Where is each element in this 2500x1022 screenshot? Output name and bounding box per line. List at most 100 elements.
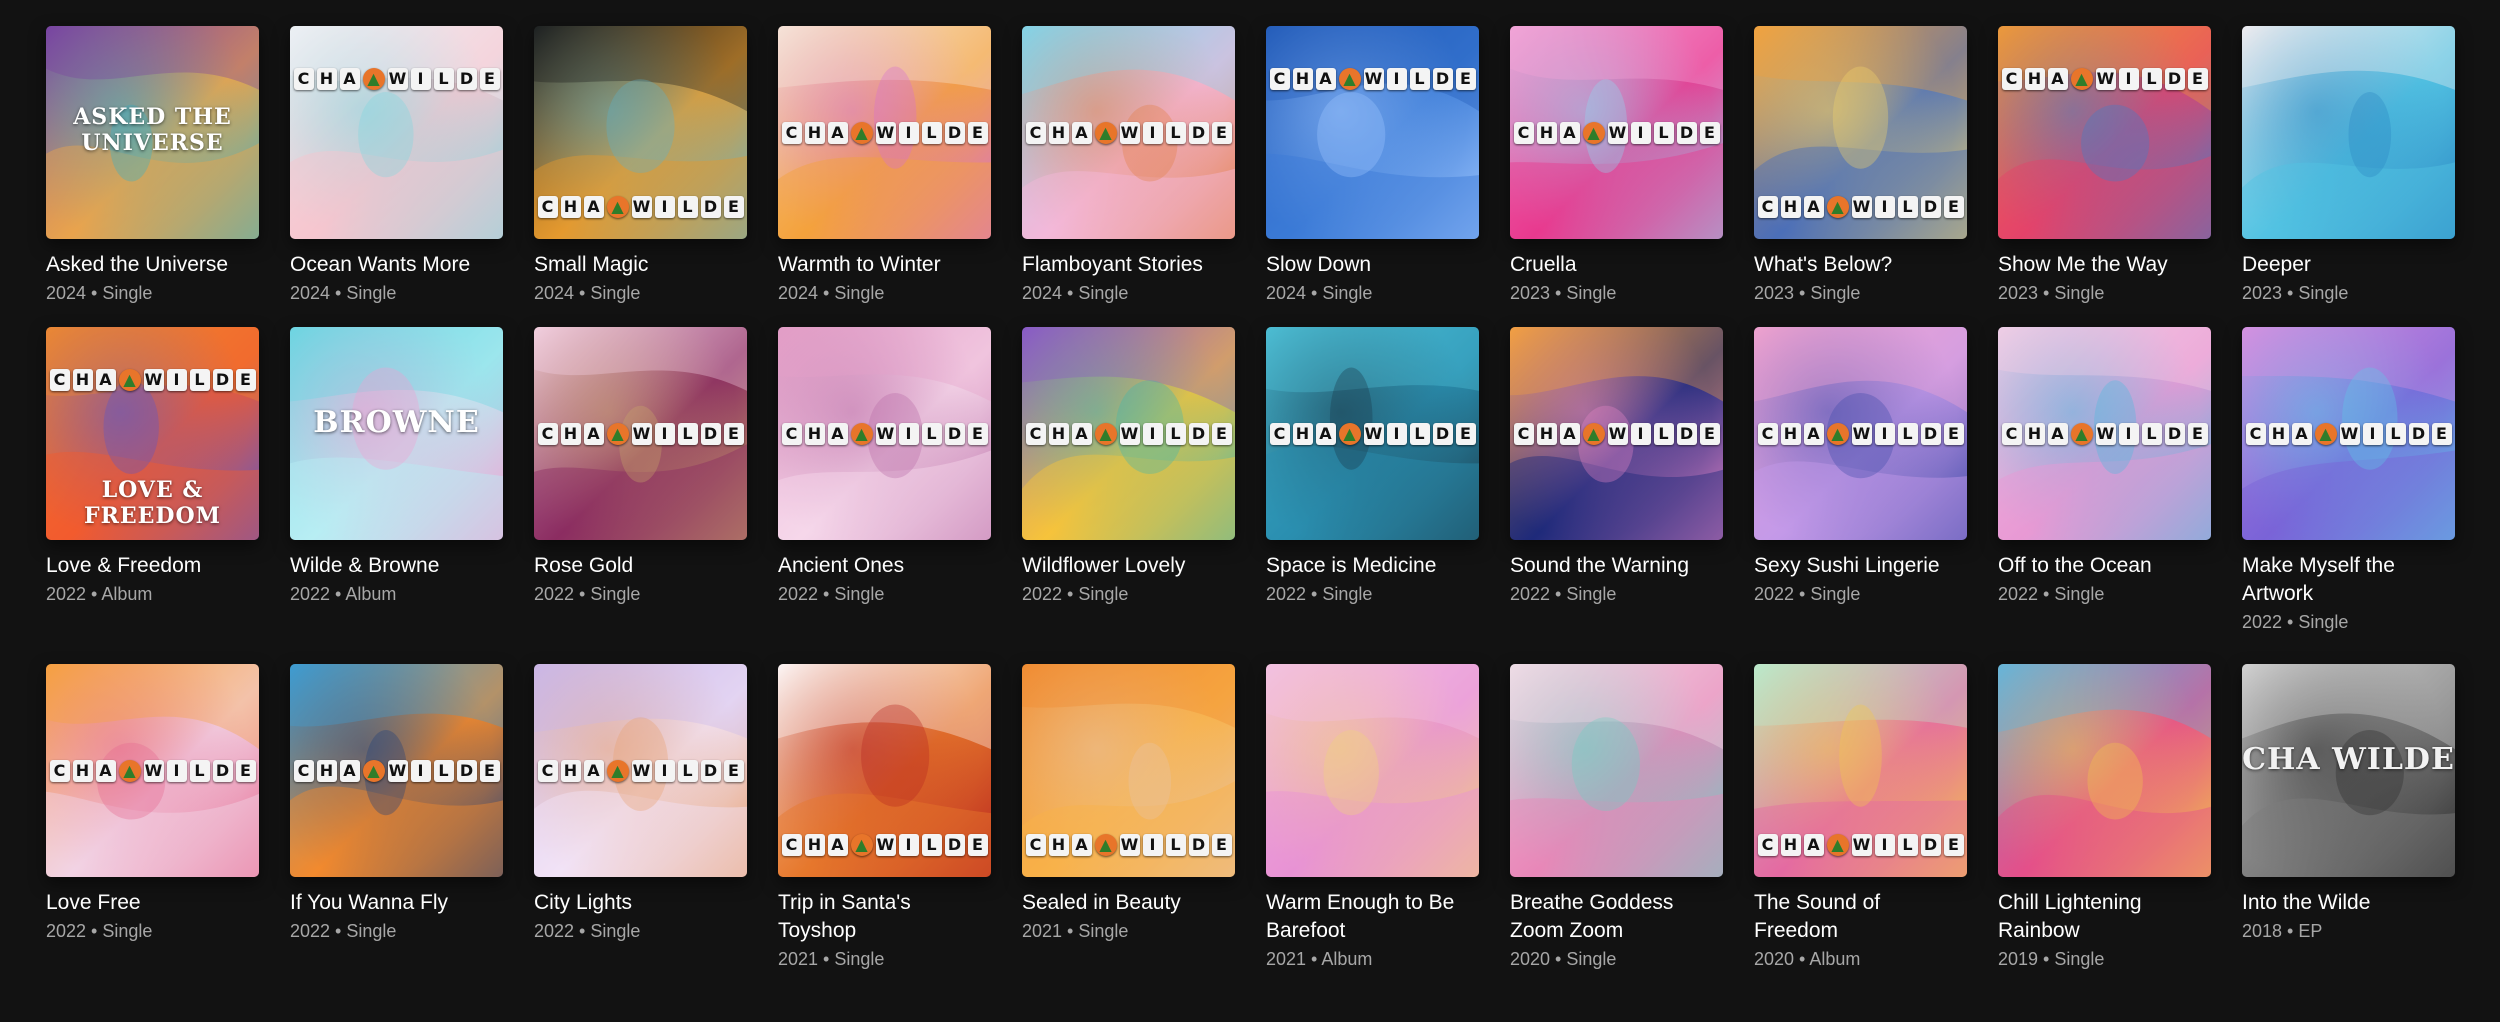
album-title[interactable]: Slow Down: [1266, 251, 1479, 279]
album-title[interactable]: Breathe Goddess Zoom Zoom: [1510, 889, 1723, 945]
album-title[interactable]: Deeper: [2242, 251, 2455, 279]
album-title[interactable]: Trip in Santa's Toyshop: [778, 889, 991, 945]
album-title[interactable]: Ocean Wants More: [290, 251, 503, 279]
album-cover[interactable]: C H A ▲ W I L D E: [2242, 327, 2455, 540]
album-cover[interactable]: C H A ▲ W I L D E: [778, 664, 991, 877]
album-card[interactable]: BROWNE Wilde & Browne 2022 • Album: [290, 327, 503, 634]
logo-letter: C: [2001, 423, 2022, 445]
album-title[interactable]: Sexy Sushi Lingerie: [1754, 552, 1967, 580]
album-card[interactable]: CHA WILDE Into the Wilde 2018 • EP: [2242, 664, 2455, 971]
album-title[interactable]: Off to the Ocean: [1998, 552, 2211, 580]
album-card[interactable]: C H A ▲ W I L D E If You Wanna Fly 2022 • Single: [290, 664, 503, 971]
album-cover[interactable]: C H A ▲ W I L D E: [1022, 664, 1235, 877]
album-title[interactable]: If You Wanna Fly: [290, 889, 503, 917]
album-cover[interactable]: C H A ▲ W I L D E: [1998, 26, 2211, 239]
album-cover[interactable]: C H A ▲ W I L D E: [290, 26, 503, 239]
album-cover[interactable]: CHA WILDE: [2242, 664, 2455, 877]
album-card[interactable]: C H A ▲ W I L D E Cruella 2023 • Single: [1510, 26, 1723, 305]
album-cover[interactable]: C H A ▲ W I L D E: [1510, 26, 1723, 239]
album-cover[interactable]: C H A ▲ W I L D E: [1510, 327, 1723, 540]
logo-letter: I: [1386, 68, 1407, 90]
album-cover[interactable]: C H A ▲ W I L D E: [1754, 327, 1967, 540]
album-title[interactable]: Ancient Ones: [778, 552, 991, 580]
album-cover[interactable]: C H A ▲ W I L D E: [1266, 26, 1479, 239]
album-card[interactable]: C H A ▲ W I L D E Trip in Santa's Toyshop 2021 •…: [778, 664, 991, 971]
album-card[interactable]: C H A ▲ W I L D E Sound the Warning 2022 • Singl…: [1510, 327, 1723, 634]
album-title[interactable]: Small Magic: [534, 251, 747, 279]
album-title[interactable]: City Lights: [534, 889, 747, 917]
album-cover[interactable]: C H A ▲ W I L D E: [778, 327, 991, 540]
album-card[interactable]: C H A ▲ W I L D E Sealed in Beauty 2021 • Single: [1022, 664, 1235, 971]
album-title[interactable]: Warm Enough to Be Barefoot: [1266, 889, 1479, 945]
album-title[interactable]: Rose Gold: [534, 552, 747, 580]
album-card[interactable]: C H A ▲ W I L D E Love Free 2022 • Single: [46, 664, 259, 971]
logo-letter: L: [1165, 423, 1186, 445]
album-card[interactable]: Warm Enough to Be Barefoot 2021 • Album: [1266, 664, 1479, 971]
album-card[interactable]: Breathe Goddess Zoom Zoom 2020 • Single: [1510, 664, 1723, 971]
album-card[interactable]: C H A ▲ W I L D E Small Magic 2024 • Single: [534, 26, 747, 305]
album-card[interactable]: C H A ▲ W I L D E Ocean Wants More 2024 • Single: [290, 26, 503, 305]
album-cover[interactable]: C H A ▲ W I L D E LOVE & FREEDOM: [46, 327, 259, 540]
album-cover[interactable]: C H A ▲ W I L D E: [534, 664, 747, 877]
album-cover[interactable]: C H A ▲ W I L D E: [290, 664, 503, 877]
album-cover[interactable]: ASKED THE UNIVERSE: [46, 26, 259, 239]
album-cover[interactable]: C H A ▲ W I L D E: [778, 26, 991, 239]
album-cover[interactable]: C H A ▲ W I L D E: [1266, 327, 1479, 540]
album-cover[interactable]: C H A ▲ W I L D E: [534, 327, 747, 540]
album-cover[interactable]: C H A ▲ W I L D E: [1754, 26, 1967, 239]
album-title[interactable]: Make Myself the Artwork: [2242, 552, 2455, 608]
album-title[interactable]: Show Me the Way: [1998, 251, 2211, 279]
logo-letter: E: [479, 760, 500, 782]
album-title[interactable]: Cruella: [1510, 251, 1723, 279]
album-card[interactable]: Deeper 2023 • Single: [2242, 26, 2455, 305]
album-cover[interactable]: C H A ▲ W I L D E: [1754, 664, 1967, 877]
album-title[interactable]: Chill Lightening Rainbow: [1998, 889, 2211, 945]
album-cover[interactable]: BROWNE: [290, 327, 503, 540]
album-title[interactable]: Asked the Universe: [46, 251, 259, 279]
album-title[interactable]: Warmth to Winter: [778, 251, 991, 279]
album-cover[interactable]: C H A ▲ W I L D E: [534, 26, 747, 239]
album-title[interactable]: Wildflower Lovely: [1022, 552, 1235, 580]
album-card[interactable]: C H A ▲ W I L D E Make Myself the Artwork 2022 •…: [2242, 327, 2455, 634]
album-title[interactable]: Sealed in Beauty: [1022, 889, 1235, 917]
album-cover[interactable]: C H A ▲ W I L D E: [1022, 327, 1235, 540]
logo-letter: C: [293, 68, 314, 90]
album-card[interactable]: C H A ▲ W I L D E Sexy Sushi Lingerie 2022 • Sin…: [1754, 327, 1967, 634]
album-cover[interactable]: [2242, 26, 2455, 239]
album-cover[interactable]: [1998, 664, 2211, 877]
album-title[interactable]: The Sound of Freedom: [1754, 889, 1967, 945]
album-title[interactable]: Space is Medicine: [1266, 552, 1479, 580]
album-title[interactable]: Sound the Warning: [1510, 552, 1723, 580]
logo-letter: L: [921, 122, 942, 144]
album-title[interactable]: What's Below?: [1754, 251, 1967, 279]
logo-letter: H: [804, 423, 825, 445]
album-cover[interactable]: C H A ▲ W I L D E: [1022, 26, 1235, 239]
album-card[interactable]: ASKED THE UNIVERSE Asked the Universe 20…: [46, 26, 259, 305]
album-card[interactable]: C H A ▲ W I L D E Space is Medicine 2022 • Singl…: [1266, 327, 1479, 634]
album-title[interactable]: Flamboyant Stories: [1022, 251, 1235, 279]
album-cover[interactable]: C H A ▲ W I L D E: [1998, 327, 2211, 540]
album-card[interactable]: C H A ▲ W I L D E LOVE & FREEDOM Love & Freedom 2…: [46, 327, 259, 634]
album-card[interactable]: C H A ▲ W I L D E Warmth to Winter 2024 • Single: [778, 26, 991, 305]
album-cover[interactable]: [1510, 664, 1723, 877]
album-card[interactable]: C H A ▲ W I L D E City Lights 2022 • Single: [534, 664, 747, 971]
album-card[interactable]: Chill Lightening Rainbow 2019 • Single: [1998, 664, 2211, 971]
album-card[interactable]: C H A ▲ W I L D E Wildflower Lovely 2022 • Singl…: [1022, 327, 1235, 634]
album-card[interactable]: C H A ▲ W I L D E Off to the Ocean 2022 • Single: [1998, 327, 2211, 634]
album-card[interactable]: C H A ▲ W I L D E The Sound of Freedom 2020 • Al…: [1754, 664, 1967, 971]
album-card[interactable]: C H A ▲ W I L D E Rose Gold 2022 • Single: [534, 327, 747, 634]
album-title[interactable]: Love Free: [46, 889, 259, 917]
album-card[interactable]: C H A ▲ W I L D E Ancient Ones 2022 • Single: [778, 327, 991, 634]
album-title[interactable]: Into the Wilde: [2242, 889, 2455, 917]
album-meta: 2019 • Single: [1998, 949, 2105, 969]
album-title[interactable]: Wilde & Browne: [290, 552, 503, 580]
album-cover[interactable]: [1266, 664, 1479, 877]
album-cover[interactable]: C H A ▲ W I L D E: [46, 664, 259, 877]
album-title[interactable]: Love & Freedom: [46, 552, 259, 580]
album-card[interactable]: C H A ▲ W I L D E Show Me the Way 2023 • Single: [1998, 26, 2211, 305]
discography-grid: ASKED THE UNIVERSE Asked the Universe 20…: [46, 26, 2458, 993]
album-card[interactable]: C H A ▲ W I L D E Flamboyant Stories 2024 • Sing…: [1022, 26, 1235, 305]
album-card[interactable]: C H A ▲ W I L D E Slow Down 2024 • Single: [1266, 26, 1479, 305]
album-card[interactable]: C H A ▲ W I L D E What's Below? 2023 • Single: [1754, 26, 1967, 305]
pineapple-logo-icon: ▲: [2070, 68, 2093, 90]
